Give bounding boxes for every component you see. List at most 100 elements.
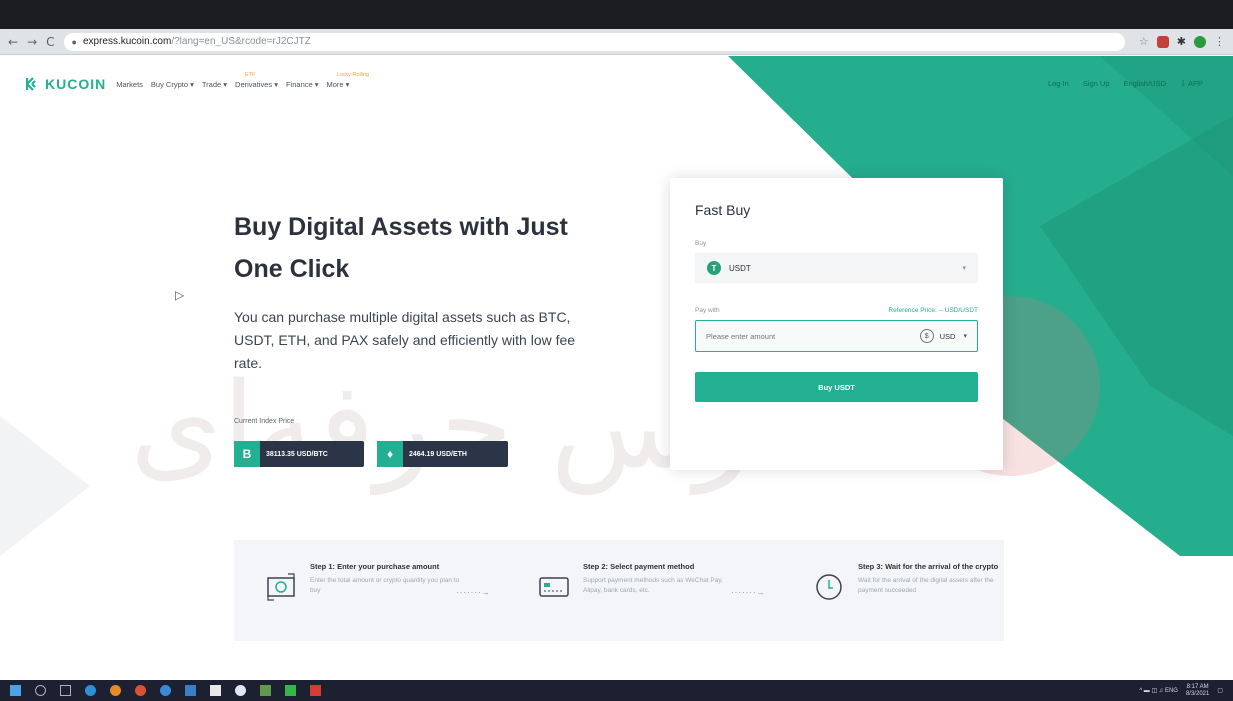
camtasia-green-icon[interactable]	[285, 685, 296, 696]
browser-title-bar	[0, 0, 1233, 29]
app-icon-red[interactable]	[135, 685, 146, 696]
language-currency-selector[interactable]: English/USD	[1124, 79, 1167, 88]
menu-dots-icon[interactable]: ⋮	[1214, 35, 1225, 48]
reload-button[interactable]: C	[46, 35, 54, 49]
system-tray: ^ ▬ ◫ ♫ ENG 8:17 AM 8/3/2021 ▢	[1139, 680, 1223, 701]
extension-icons: ☆ ✱ ⋮	[1139, 35, 1225, 48]
pay-with-label: Pay with	[695, 307, 720, 314]
step-arrow-1: ·······→	[456, 588, 491, 597]
windows-taskbar: ^ ▬ ◫ ♫ ENG 8:17 AM 8/3/2021 ▢	[0, 680, 1233, 701]
buy-label: Buy	[695, 240, 707, 247]
url-domain: express.kucoin.com	[82, 36, 172, 47]
step-2-title: Step 2: Select payment method	[583, 562, 695, 571]
currency-chevron-down-icon[interactable]: ▾	[963, 332, 967, 340]
step-3-desc: Wait for the arrival of the digital asse…	[858, 577, 994, 594]
hero-title: Buy Digital Assets with Just One Click	[234, 213, 568, 283]
clock[interactable]: 8:17 AM 8/3/2021	[1186, 684, 1209, 698]
ethereum-icon: ♦	[377, 441, 403, 467]
bitcoin-icon: B	[234, 441, 260, 467]
app-download-link[interactable]: ⇩ APP	[1180, 79, 1203, 88]
app-icon-blue[interactable]	[160, 685, 171, 696]
buy-usdt-button[interactable]: Buy USDT	[695, 372, 978, 402]
buy-label-row: Buy	[695, 240, 978, 247]
step-2-desc: Support payment methods such as WeChat P…	[583, 577, 723, 594]
app-icon-blue-square[interactable]	[185, 685, 196, 696]
eth-price-button[interactable]: ♦ 2464.19 USD/ETH	[377, 441, 508, 467]
clock-date: 8/3/2021	[1185, 690, 1210, 697]
step-1: Step 1: Enter your purchase amount Enter…	[264, 562, 460, 604]
step-2: Step 2: Select payment method Support pa…	[537, 562, 733, 604]
nav-markets[interactable]: Markets	[116, 80, 143, 89]
task-view-icon[interactable]	[60, 685, 71, 696]
dollar-icon: $	[919, 329, 934, 343]
step-1-text: Step 1: Enter your purchase amount Enter…	[310, 562, 460, 604]
step-3: Step 3: Wait for the arrival of the cryp…	[812, 562, 1008, 604]
payment-card-icon	[539, 577, 569, 597]
extensions-puzzle-icon[interactable]: ✱	[1177, 35, 1186, 48]
step-2-text: Step 2: Select payment method Support pa…	[583, 562, 733, 604]
nav-derivatives[interactable]: ETF Derivatives ▾	[235, 72, 278, 89]
tray-icons[interactable]: ^ ▬ ◫ ♫ ENG	[1139, 687, 1178, 694]
currency-select[interactable]: USD	[940, 332, 956, 341]
eth-price: 2464.19 USD/ETH	[409, 450, 467, 458]
back-button[interactable]: ←	[8, 35, 18, 49]
amount-input-wrapper: $ USD ▾	[695, 320, 978, 352]
btc-price-button[interactable]: B 38113.35 USD/BTC	[234, 441, 364, 467]
url-path: /?lang=en_US&rcode=rJ2CJTZ	[171, 36, 311, 47]
step-3-title: Step 3: Wait for the arrival of the cryp…	[858, 562, 999, 571]
app-icon-green[interactable]	[260, 685, 271, 696]
clock-time: 8:17 AM	[1186, 683, 1209, 690]
forward-button[interactable]: →	[27, 35, 37, 49]
fast-buy-title: Fast Buy	[695, 202, 751, 218]
windows-start-icon[interactable]	[10, 685, 21, 696]
step-1-desc: Enter the total amount or crypto quantit…	[310, 577, 460, 594]
browser-toolbar: ← → C ● express.kucoin.com /?lang=en_US&…	[0, 29, 1233, 55]
pay-label-row: Pay with Reference Price: -- USD/USDT	[695, 307, 978, 314]
hero-description: You can purchase multiple digital assets…	[234, 309, 576, 371]
enter-amount-icon	[267, 573, 295, 601]
more-badge: Lucky Rolling	[336, 71, 370, 78]
chevron-down-icon: ▾	[962, 265, 966, 272]
signup-link[interactable]: Sign Up	[1083, 79, 1110, 88]
bookmark-star-icon[interactable]: ☆	[1139, 35, 1149, 48]
edge-browser-icon[interactable]	[85, 685, 96, 696]
firefox-icon[interactable]	[110, 685, 121, 696]
nav-more[interactable]: Lucky Rolling More ▾	[326, 72, 370, 89]
nav-buy-crypto[interactable]: Buy Crypto ▾	[151, 80, 194, 89]
page-content: KUCOIN Markets Buy Crypto ▾ Trade ▾ ETF …	[0, 56, 1233, 680]
chrome-icon[interactable]	[235, 685, 246, 696]
kucoin-logo-icon	[26, 77, 36, 91]
mouse-cursor-icon: ▷	[175, 288, 185, 302]
camtasia-red-icon[interactable]	[310, 685, 321, 696]
nav-finance[interactable]: Finance ▾	[286, 80, 319, 89]
notification-icon[interactable]: ▢	[1217, 687, 1223, 694]
extension-icon[interactable]	[1156, 35, 1169, 48]
clock-wait-icon	[816, 574, 842, 600]
step-arrow-2: ·······→	[731, 588, 766, 597]
logo-text: KUCOIN	[45, 76, 107, 92]
nav-more-label: More ▾	[326, 79, 350, 89]
nav-trade[interactable]: Trade ▾	[202, 80, 227, 89]
address-bar[interactable]: ● express.kucoin.com /?lang=en_US&rcode=…	[63, 32, 1125, 51]
step-3-text: Step 3: Wait for the arrival of the cryp…	[858, 562, 1008, 604]
store-icon[interactable]	[210, 685, 221, 696]
profile-avatar-icon[interactable]	[1194, 35, 1206, 48]
search-icon[interactable]	[35, 685, 46, 696]
reference-price: Reference Price: -- USD/USDT	[888, 307, 978, 314]
lock-icon: ●	[71, 36, 77, 47]
index-price-label: Current Index Price	[234, 418, 295, 425]
fast-buy-card: Fast Buy Buy T USDT ▾ Pay with Reference…	[670, 178, 1003, 470]
amount-input[interactable]	[706, 331, 920, 341]
buy-coin-value: USDT	[729, 263, 751, 273]
kucoin-logo[interactable]: KUCOIN	[26, 76, 106, 92]
nav-derivatives-label: Derivatives ▾	[235, 79, 278, 89]
tether-icon: T	[707, 261, 721, 275]
login-link[interactable]: Log In	[1048, 79, 1069, 88]
purchase-steps: Step 1: Enter your purchase amount Enter…	[234, 540, 1004, 641]
step-1-title: Step 1: Enter your purchase amount	[310, 562, 440, 571]
btc-price: 38113.35 USD/BTC	[266, 450, 328, 458]
buy-coin-select[interactable]: T USDT ▾	[695, 253, 978, 283]
derivatives-badge: ETF	[245, 71, 256, 78]
site-navbar: KUCOIN Markets Buy Crypto ▾ Trade ▾ ETF …	[26, 72, 370, 94]
nav-right: Log In Sign Up English/USD ⇩ APP	[1048, 79, 1203, 88]
